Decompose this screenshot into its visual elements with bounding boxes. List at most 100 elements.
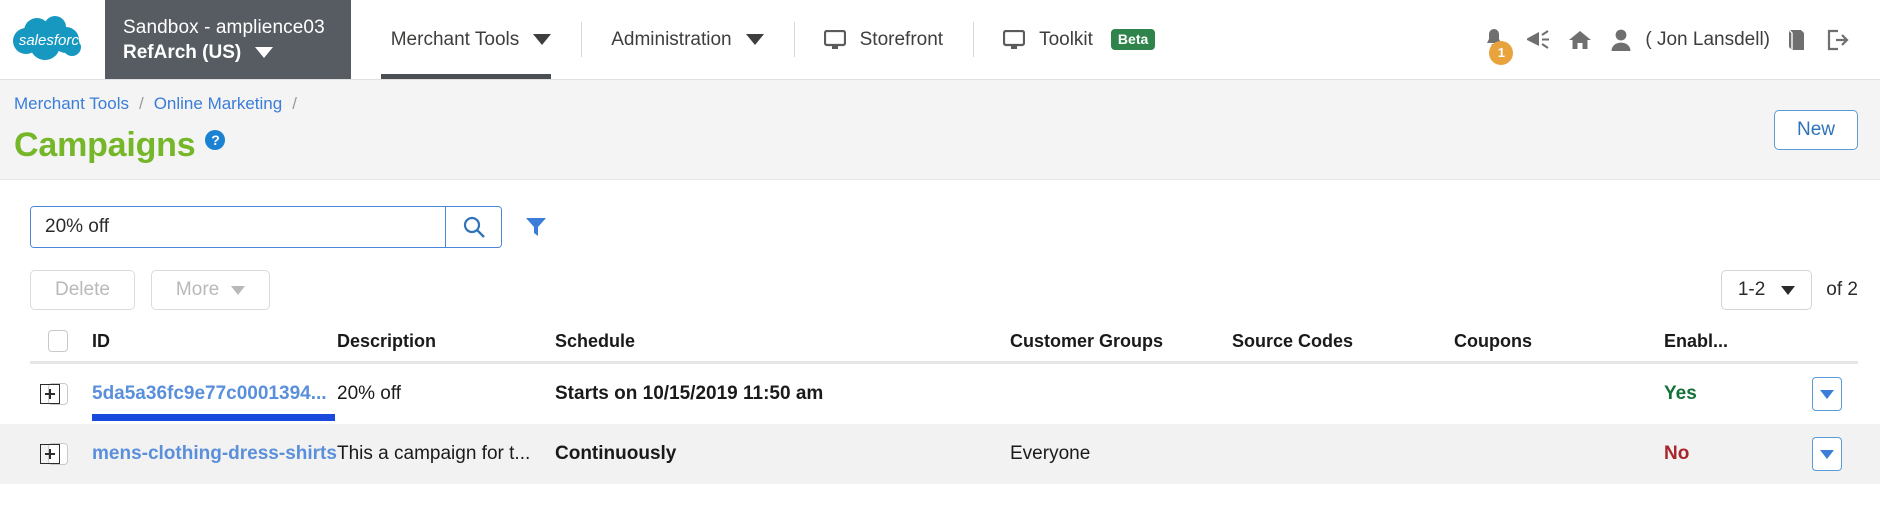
book-icon xyxy=(1788,29,1804,50)
chevron-down-icon xyxy=(1781,285,1796,295)
campaign-id-link[interactable]: 5da5a36fc9e77c0001394... xyxy=(92,383,335,421)
delete-button-label: Delete xyxy=(55,279,110,300)
utility-nav: 1 ( Jon Lansdell) xyxy=(1473,0,1880,79)
search-input[interactable] xyxy=(31,207,445,247)
primary-nav: Merchant Tools Administration Storefront xyxy=(351,0,1474,79)
salesforce-cloud-icon: salesforce xyxy=(11,14,95,66)
pagination: 1-2 of 2 xyxy=(1720,270,1858,310)
chevron-down-icon xyxy=(533,34,552,45)
documentation-button[interactable] xyxy=(1776,28,1816,52)
page-range-select[interactable]: 1-2 xyxy=(1720,270,1813,310)
cell-enabled: Yes xyxy=(1664,383,1697,404)
nav-merchant-tools[interactable]: Merchant Tools xyxy=(351,0,582,79)
column-header-enabled[interactable]: Enabl... xyxy=(1664,331,1764,352)
nav-divider xyxy=(793,22,795,57)
page-title-row: Campaigns ? xyxy=(0,126,1880,165)
campaign-id-link[interactable]: mens-clothing-dress-shirts xyxy=(92,443,337,465)
chevron-down-icon xyxy=(231,285,246,295)
expand-row-icon[interactable] xyxy=(40,444,60,464)
home-button[interactable] xyxy=(1559,29,1601,51)
more-button-label: More xyxy=(175,279,220,300)
nav-merchant-tools-label: Merchant Tools xyxy=(390,28,520,50)
nav-administration[interactable]: Administration xyxy=(581,0,793,79)
search-field-wrapper xyxy=(30,206,502,248)
column-header-source-codes[interactable]: Source Codes xyxy=(1232,331,1454,352)
cell-id: 5da5a36fc9e77c0001394... xyxy=(92,383,337,421)
table-header-row: ID Description Schedule Customer Groups … xyxy=(0,330,1880,364)
search-button[interactable] xyxy=(445,207,501,247)
notification-count-badge: 1 xyxy=(1489,40,1514,65)
cell-description: This a campaign for t... xyxy=(337,443,531,464)
row-actions-cell xyxy=(1764,437,1880,471)
chevron-down-icon[interactable] xyxy=(255,46,274,58)
home-icon xyxy=(1569,30,1592,49)
nav-divider xyxy=(973,22,975,57)
breadcrumb-separator: / xyxy=(292,94,297,113)
page-title: Campaigns xyxy=(14,126,196,164)
column-header-customer-groups[interactable]: Customer Groups xyxy=(1010,331,1232,352)
nav-toolkit-label: Toolkit xyxy=(1039,28,1093,50)
row-menu-button[interactable] xyxy=(1812,377,1842,411)
row-expander-cell xyxy=(0,384,60,404)
more-button[interactable]: More xyxy=(150,270,271,310)
filter-icon xyxy=(526,218,546,236)
expand-row-icon[interactable] xyxy=(40,384,60,404)
column-header-description[interactable]: Description xyxy=(337,331,555,352)
cell-enabled: No xyxy=(1664,443,1690,464)
cell-id: mens-clothing-dress-shirts xyxy=(92,443,337,465)
cell-schedule: Continuously xyxy=(555,443,677,464)
breadcrumb: Merchant Tools / Online Marketing / xyxy=(0,94,1880,114)
page-header: Merchant Tools / Online Marketing / Camp… xyxy=(0,80,1880,180)
column-header-id[interactable]: ID xyxy=(92,331,337,352)
column-header-coupons[interactable]: Coupons xyxy=(1454,331,1664,352)
nav-divider xyxy=(581,22,583,57)
help-icon[interactable]: ? xyxy=(205,130,226,150)
org-switcher[interactable]: Sandbox - amplience03 RefArch (US) xyxy=(105,0,351,79)
nav-administration-label: Administration xyxy=(611,28,732,50)
monitor-icon xyxy=(823,29,846,50)
campaigns-table: ID Description Schedule Customer Groups … xyxy=(0,330,1880,484)
row-actions-cell xyxy=(1764,377,1880,411)
org-environment-label: Sandbox - amplience03 xyxy=(123,16,325,38)
monitor-icon xyxy=(1003,29,1026,50)
breadcrumb-item-online-marketing[interactable]: Online Marketing xyxy=(154,94,283,114)
breadcrumb-item-merchant-tools[interactable]: Merchant Tools xyxy=(14,94,129,114)
user-menu-button[interactable] xyxy=(1601,28,1641,52)
toolbar: Delete More 1-2 of 2 xyxy=(0,180,1880,310)
nav-toolkit[interactable]: Toolkit Beta xyxy=(973,0,1185,79)
user-icon xyxy=(1611,29,1631,51)
chevron-down-icon xyxy=(1820,389,1834,399)
org-site-text: RefArch (US) xyxy=(123,41,242,63)
row-menu-button[interactable] xyxy=(1812,437,1842,471)
notifications-button[interactable]: 1 xyxy=(1473,27,1515,65)
nav-storefront-label: Storefront xyxy=(859,28,944,50)
actions-row: Delete More 1-2 of 2 xyxy=(0,248,1880,310)
announcements-button[interactable] xyxy=(1515,29,1559,51)
cell-description: 20% off xyxy=(337,383,402,404)
table-row[interactable]: 5da5a36fc9e77c0001394... 20% off Starts … xyxy=(0,364,1880,424)
chevron-down-icon xyxy=(1820,449,1834,459)
org-site-label: RefArch (US) xyxy=(123,40,325,65)
svg-text:salesforce: salesforce xyxy=(18,32,86,49)
cell-customer-groups: Everyone xyxy=(1010,443,1091,464)
top-navigation-bar: salesforce Sandbox - amplience03 RefArch… xyxy=(0,0,1880,80)
delete-button[interactable]: Delete xyxy=(30,270,135,310)
page-total-label: of 2 xyxy=(1826,279,1858,300)
logout-icon xyxy=(1827,29,1849,50)
salesforce-logo[interactable]: salesforce xyxy=(0,0,105,79)
table-row[interactable]: mens-clothing-dress-shirts This a campai… xyxy=(0,424,1880,484)
page-range-label: 1-2 xyxy=(1737,279,1766,300)
new-button[interactable]: New xyxy=(1773,110,1858,150)
logout-button[interactable] xyxy=(1816,28,1858,52)
beta-badge: Beta xyxy=(1110,29,1156,50)
search-icon xyxy=(463,216,485,238)
filter-button[interactable] xyxy=(524,216,548,238)
user-name-label: ( Jon Lansdell) xyxy=(1645,28,1770,50)
megaphone-icon xyxy=(1527,29,1550,49)
nav-storefront[interactable]: Storefront xyxy=(793,0,973,79)
select-all-checkbox[interactable] xyxy=(48,330,68,352)
column-header-schedule[interactable]: Schedule xyxy=(555,331,1010,352)
breadcrumb-separator: / xyxy=(138,94,144,113)
chevron-down-icon xyxy=(745,34,764,45)
search-row xyxy=(0,206,1880,248)
